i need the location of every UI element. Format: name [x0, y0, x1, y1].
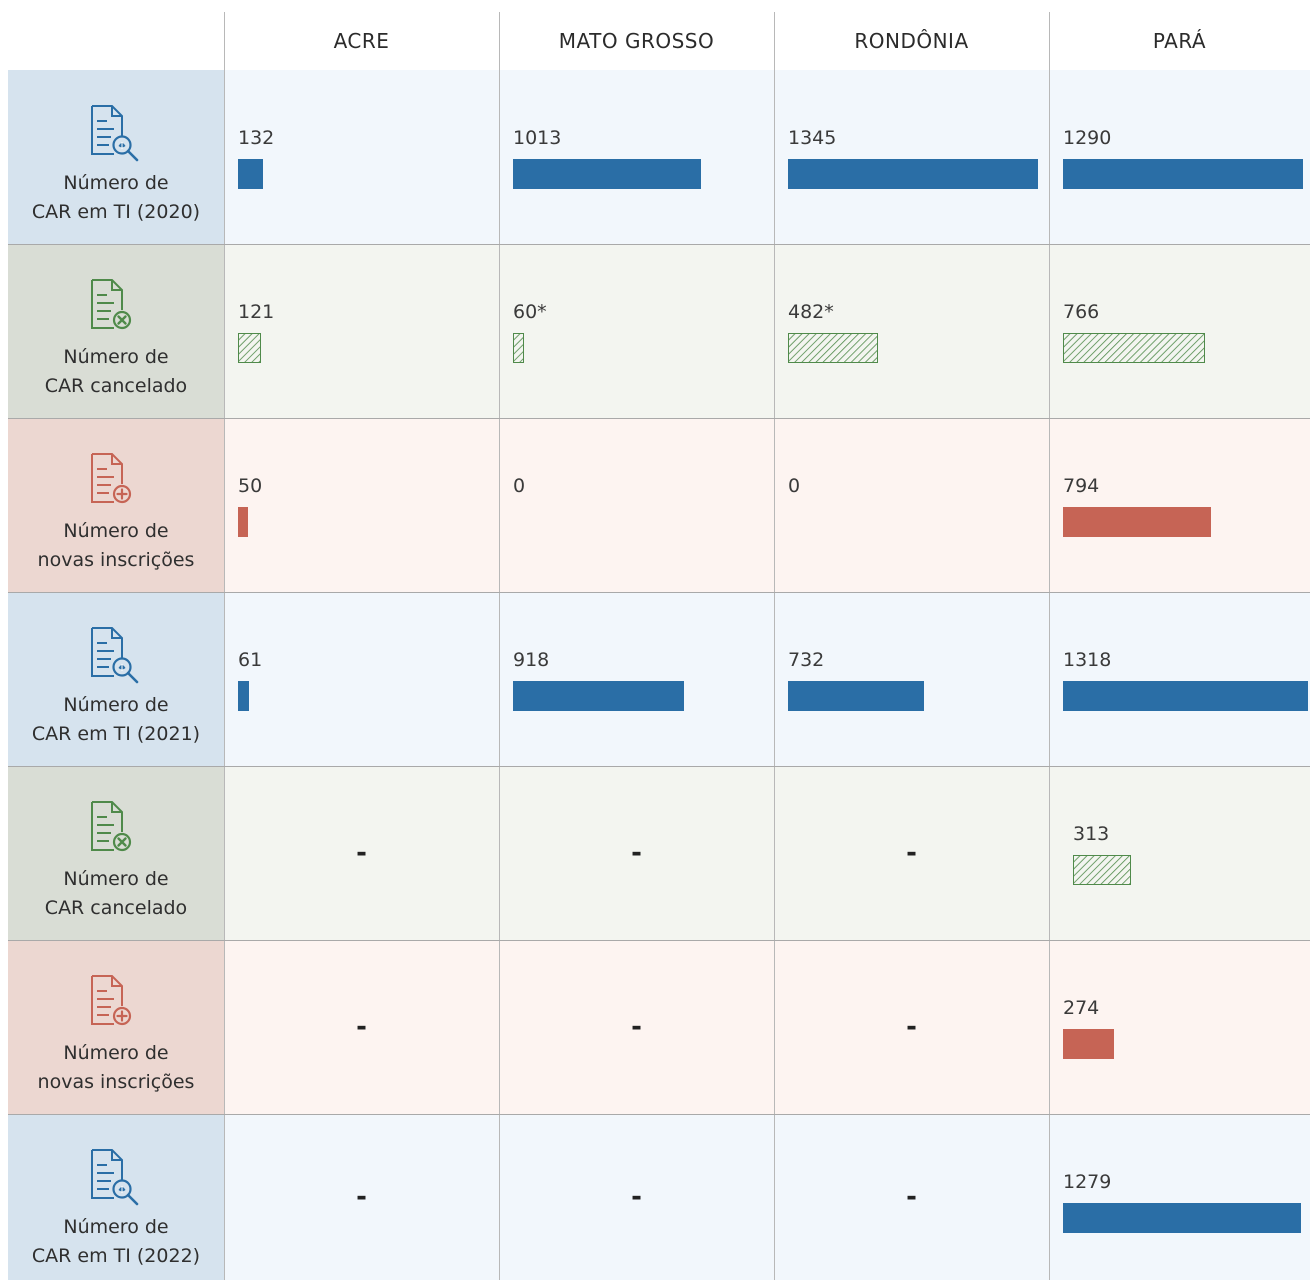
row-label-line1: Número de [63, 694, 169, 716]
column-separator [499, 12, 500, 1280]
value-label: 61 [238, 649, 263, 671]
row-separator [8, 244, 1310, 245]
column-header-rond-nia: RONDÔNIA [854, 29, 969, 53]
column-header-mato-grosso: MATO GROSSO [558, 29, 715, 53]
value-label: 274 [1063, 997, 1100, 1019]
bar-car [1063, 681, 1308, 711]
bar-cancelled [1073, 855, 1131, 885]
value-label: 1318 [1063, 649, 1112, 671]
column-header-par-: PARÁ [1152, 29, 1207, 53]
bar-new [1063, 507, 1211, 537]
row-separator [8, 418, 1310, 419]
row-separator [8, 592, 1310, 593]
bar-cancelled [788, 333, 878, 363]
bar-car [788, 681, 924, 711]
value-label: 50 [238, 475, 263, 497]
value-label: 918 [513, 649, 550, 671]
value-label: 766 [1063, 301, 1100, 323]
bar-car [238, 159, 263, 189]
row-label-line1: Número de [63, 346, 169, 368]
empty-cell-dash: - [356, 1182, 367, 1212]
empty-cell-dash: - [631, 1182, 642, 1212]
value-label: 1013 [513, 127, 562, 149]
value-label: 0 [788, 475, 801, 497]
bar-car [513, 681, 684, 711]
bar-car [1063, 1203, 1301, 1233]
empty-cell-dash: - [356, 1012, 367, 1042]
row-label-line1: Número de [63, 1042, 169, 1064]
empty-cell-dash: - [906, 1012, 917, 1042]
row-label-line1: Número de [63, 520, 169, 542]
document-search-icon [78, 102, 154, 162]
value-label: 1279 [1063, 1171, 1112, 1193]
empty-cell-dash: - [356, 838, 367, 868]
bar-car [238, 681, 249, 711]
value-label: 1290 [1063, 127, 1112, 149]
row-background-2 [224, 244, 1310, 418]
value-label: 132 [238, 127, 275, 149]
bar-car [513, 159, 701, 189]
empty-cell-dash: - [631, 1012, 642, 1042]
column-separator [1049, 12, 1050, 1280]
value-label: 732 [788, 649, 825, 671]
row-background-6 [224, 940, 1310, 1114]
value-label: 121 [238, 301, 275, 323]
row-label-line1: Número de [63, 868, 169, 890]
document-add-icon [78, 450, 154, 510]
value-label: 0 [513, 475, 526, 497]
row-background-4 [224, 592, 1310, 766]
document-add-icon [78, 972, 154, 1032]
document-cancel-icon [78, 276, 154, 336]
empty-cell-dash: - [906, 1182, 917, 1212]
row-label-line2: CAR em TI (2022) [31, 1245, 201, 1267]
column-header-acre: ACRE [333, 29, 390, 53]
value-label: 794 [1063, 475, 1100, 497]
row-label-line2: CAR em TI (2021) [31, 723, 201, 745]
column-separator [774, 12, 775, 1280]
row-separator [8, 766, 1310, 767]
row-background-5 [224, 766, 1310, 940]
row-separator [8, 940, 1310, 941]
bar-cancelled [1063, 333, 1205, 363]
row-label-line2: CAR cancelado [44, 897, 188, 919]
value-label: 313 [1073, 823, 1110, 845]
bar-new [238, 507, 248, 537]
empty-cell-dash: - [631, 838, 642, 868]
row-background-1 [224, 70, 1310, 244]
bar-cancelled [513, 333, 524, 363]
car-table-chart: ACRE MATO GROSSO RONDÔNIA PARÁ Número de CAR … [0, 0, 1310, 1280]
row-background-7 [224, 1114, 1310, 1280]
row-label-line2: CAR cancelado [44, 375, 188, 397]
value-label: 482* [788, 301, 834, 323]
row-background-3 [224, 418, 1310, 592]
bar-car [788, 159, 1038, 189]
row-separator [8, 1114, 1310, 1115]
row-label-line2: CAR em TI (2020) [31, 201, 201, 223]
document-search-icon [78, 624, 154, 684]
row-label-line2: novas inscrições [37, 1071, 195, 1093]
bar-car [1063, 159, 1303, 189]
row-label-line1: Número de [63, 172, 169, 194]
row-label-line2: novas inscrições [37, 549, 195, 571]
bar-cancelled [238, 333, 261, 363]
document-cancel-icon [78, 798, 154, 858]
value-label: 60* [513, 301, 547, 323]
bar-new [1063, 1029, 1114, 1059]
column-separator [224, 12, 225, 1280]
document-search-icon [78, 1146, 154, 1206]
empty-cell-dash: - [906, 838, 917, 868]
value-label: 1345 [788, 127, 837, 149]
row-label-line1: Número de [63, 1216, 169, 1238]
